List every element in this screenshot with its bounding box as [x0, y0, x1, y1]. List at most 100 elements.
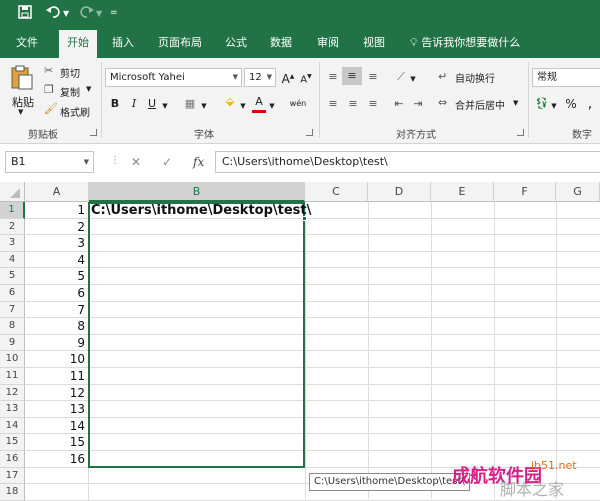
column-header-c[interactable]: C	[305, 182, 368, 202]
column-header-g[interactable]: G	[556, 182, 600, 202]
number-format-select[interactable]: 常规	[532, 68, 600, 87]
cell[interactable]: 3	[25, 235, 89, 252]
align-middle-icon[interactable]: ≡	[342, 67, 362, 85]
tab-view[interactable]: 视图	[363, 30, 385, 58]
column-header-f[interactable]: F	[494, 182, 556, 202]
decrease-font-size-icon[interactable]: A▼	[299, 68, 313, 86]
format-painter-button[interactable]: 格式刷	[60, 104, 90, 119]
phonetic-icon[interactable]: wén	[287, 95, 309, 113]
cell[interactable]: 15	[25, 434, 89, 451]
align-bottom-icon[interactable]: ≡	[366, 68, 380, 86]
align-top-icon[interactable]: ≡	[326, 68, 340, 86]
cell[interactable]: 7	[25, 301, 89, 319]
row-header[interactable]: 8	[0, 318, 25, 335]
undo-dropdown-icon[interactable]: ▼	[63, 9, 69, 18]
italic-button[interactable]: I	[128, 95, 140, 113]
font-launcher-icon[interactable]	[306, 129, 313, 136]
currency-icon[interactable]: 💱︎	[534, 95, 550, 113]
cell[interactable]: 12	[25, 384, 89, 402]
tab-formulas[interactable]: 公式	[225, 30, 247, 58]
bold-button[interactable]: B	[108, 95, 122, 113]
selection-range[interactable]	[88, 202, 305, 468]
increase-indent-icon[interactable]: ⇥	[410, 95, 426, 113]
font-color-icon[interactable]: A	[252, 93, 266, 113]
borders-dropdown-icon[interactable]: ▼	[200, 97, 208, 115]
row-header[interactable]: 18	[0, 484, 25, 501]
paste-dropdown-icon[interactable]: ▼	[18, 108, 23, 116]
fill-color-icon[interactable]: ⬙	[222, 93, 238, 111]
formula-input[interactable]: C:\Users\ithome\Desktop\test\	[215, 151, 600, 173]
row-header[interactable]: 3	[0, 235, 25, 252]
orientation-icon[interactable]: ⟋	[393, 68, 409, 86]
column-header-a[interactable]: A	[25, 182, 89, 202]
tab-page-layout[interactable]: 页面布局	[158, 30, 202, 58]
align-right-icon[interactable]: ≡	[366, 95, 380, 113]
font-name-select[interactable]: Microsoft Yahei ▼	[105, 68, 242, 87]
row-header[interactable]: 14	[0, 417, 25, 435]
row-header[interactable]: 2	[0, 218, 25, 236]
row-header[interactable]: 4	[0, 251, 25, 269]
paste-icon[interactable]	[10, 64, 34, 90]
underline-button[interactable]: U	[146, 95, 158, 113]
comma-icon[interactable]: ,	[584, 95, 596, 113]
tell-me-box[interactable]: 💡︎ 告诉我你想要做什么	[410, 30, 520, 58]
save-icon[interactable]	[18, 5, 32, 23]
column-header-d[interactable]: D	[368, 182, 431, 202]
cell[interactable]: 16	[25, 451, 89, 468]
customize-icon[interactable]: =	[110, 8, 118, 18]
cell[interactable]: 1	[25, 202, 89, 219]
cell[interactable]: 6	[25, 285, 89, 302]
row-header[interactable]: 15	[0, 434, 25, 451]
cancel-icon[interactable]: ✕	[131, 155, 141, 169]
row-header[interactable]: 6	[0, 285, 25, 302]
merge-center-button[interactable]: 合并后居中	[455, 97, 505, 112]
alignment-launcher-icon[interactable]	[517, 129, 524, 136]
row-header[interactable]: 16	[0, 451, 25, 468]
copy-dropdown-icon[interactable]: ▼	[86, 85, 91, 93]
row-header[interactable]: 11	[0, 368, 25, 385]
row-header[interactable]: 13	[0, 401, 25, 418]
fill-color-dropdown-icon[interactable]: ▼	[239, 97, 247, 115]
borders-icon[interactable]: ▦	[182, 95, 198, 113]
redo-icon[interactable]	[80, 5, 94, 23]
cell[interactable]: 11	[25, 368, 89, 385]
font-color-dropdown-icon[interactable]: ▼	[268, 97, 276, 115]
name-box[interactable]: B1 ▼	[5, 151, 94, 173]
cell[interactable]	[25, 467, 89, 485]
tab-review[interactable]: 审阅	[317, 30, 339, 58]
tab-insert[interactable]: 插入	[112, 30, 134, 58]
tab-file[interactable]: 文件	[16, 30, 38, 58]
cell[interactable]: 2	[25, 218, 89, 236]
align-left-icon[interactable]: ≡	[326, 95, 340, 113]
cell[interactable]: 13	[25, 401, 89, 418]
cell[interactable]: 8	[25, 318, 89, 335]
cell[interactable]	[25, 484, 89, 501]
cut-button[interactable]: 剪切	[60, 65, 80, 80]
column-header-b[interactable]: B	[89, 182, 305, 202]
row-header[interactable]: 1	[0, 202, 25, 219]
cell[interactable]: 14	[25, 417, 89, 435]
row-header[interactable]: 7	[0, 301, 25, 319]
clipboard-launcher-icon[interactable]	[90, 129, 97, 136]
row-header[interactable]: 12	[0, 384, 25, 402]
tab-home[interactable]: 开始	[59, 30, 97, 58]
cell[interactable]: 5	[25, 268, 89, 285]
currency-dropdown-icon[interactable]: ▼	[550, 97, 558, 115]
enter-icon[interactable]: ✓	[162, 155, 172, 169]
underline-dropdown-icon[interactable]: ▼	[161, 97, 169, 115]
cell[interactable]: 4	[25, 251, 89, 269]
tab-data[interactable]: 数据	[270, 30, 292, 58]
wrap-text-button[interactable]: 自动换行	[455, 70, 495, 85]
redo-dropdown-icon[interactable]: ▼	[96, 9, 102, 18]
increase-font-size-icon[interactable]: A▲	[281, 68, 295, 86]
cell[interactable]: 9	[25, 334, 89, 352]
row-header[interactable]: 9	[0, 334, 25, 352]
copy-button[interactable]: 复制	[60, 84, 80, 99]
cell-b1[interactable]: C:\Users\ithome\Desktop\test\	[91, 202, 311, 219]
row-header[interactable]: 5	[0, 268, 25, 285]
undo-icon[interactable]	[46, 5, 60, 23]
decrease-indent-icon[interactable]: ⇤	[391, 95, 407, 113]
insert-function-icon[interactable]: fx	[193, 155, 204, 169]
cell[interactable]: 10	[25, 351, 89, 368]
orientation-dropdown-icon[interactable]: ▼	[409, 70, 417, 88]
